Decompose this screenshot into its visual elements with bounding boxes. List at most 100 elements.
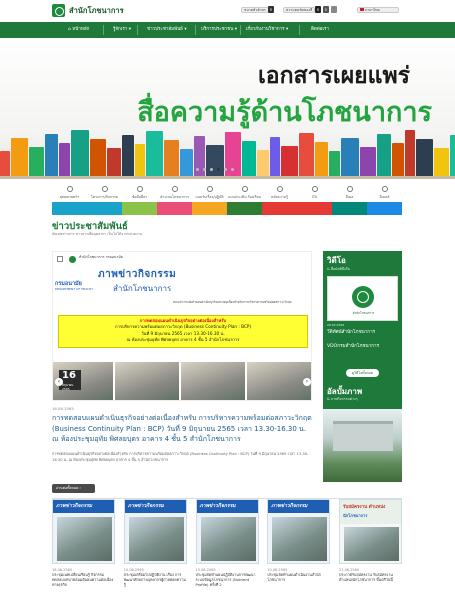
card-photo — [128, 517, 184, 561]
quick-link-label: ยุทธศาสตร์ฯ — [60, 195, 79, 199]
news-card-title[interactable]: ประชุมจัดทำแผนดำเนินงานสำนักโภชนาการ — [267, 573, 330, 583]
book-icon — [405, 130, 415, 179]
book-icon — [180, 149, 193, 179]
news-card-title[interactable]: ประชุมเพทเปลี่ยนเรียนรู้ กิจกรรมทดสอบบทบ… — [52, 573, 115, 588]
nav-divider — [137, 25, 138, 35]
nav-academic[interactable]: เกี่ยวกับงานวิชาการ ▾ — [246, 22, 288, 38]
nav-divider — [299, 25, 300, 35]
carousel-dot[interactable] — [203, 168, 206, 171]
video-panel-subtitle: & สื่อมัลติมีเดีย — [327, 267, 350, 271]
strip-segment — [122, 202, 157, 215]
video-thumbnail[interactable]: สำนักโภชนาการ — [327, 276, 398, 321]
mail-icon — [347, 186, 353, 192]
nav-about[interactable]: รู้จักเรา ▾ — [113, 22, 131, 38]
news-card-title[interactable]: ประชุมจัดทำแผนปฏิบัติงานการพัฒนาระบบข้อม… — [196, 573, 259, 588]
site-title[interactable]: สำนักโภชนาการ — [69, 5, 124, 17]
main-nav: ⌂ หน้าหลัก รู้จักเรา ▾ ข่าวประชาสัมพันธ์… — [0, 22, 455, 38]
contrast-dark-button[interactable]: ก — [323, 6, 329, 13]
book-icon — [45, 134, 58, 179]
carousel-dot[interactable] — [224, 168, 227, 171]
event-photo — [115, 362, 179, 400]
news-card-date: 10.06.2565 — [123, 568, 144, 572]
featured-header: สำนักโภชนาการ กรมอนามัย — [53, 252, 311, 274]
quick-links-color-strip — [52, 202, 402, 215]
nav-news[interactable]: ข่าวประชาสัมพันธ์ ▾ — [147, 22, 187, 38]
view-all-videos-button[interactable]: ดูวิดีโอทั้งหมด — [346, 369, 379, 377]
folder-icon — [102, 186, 108, 192]
shield-icon — [312, 186, 318, 192]
card-header-subtitle: นักโภชนาการ — [343, 513, 368, 518]
read-more-label: อ่านต่อทั้งหมด — [56, 486, 79, 490]
carousel-dot[interactable] — [196, 168, 199, 171]
strip-segment — [367, 202, 402, 215]
card-header-title: รับสมัครงาน ตำแหน่ง — [343, 505, 386, 510]
banner-title: เอกสารเผยแพร่ — [257, 63, 410, 89]
contrast-normal-button[interactable]: ก — [315, 6, 321, 13]
strip-segment — [262, 202, 332, 215]
carousel-dot-active[interactable] — [217, 168, 220, 171]
menu-icon[interactable] — [57, 256, 63, 262]
contrast-high-button[interactable] — [331, 6, 337, 13]
thai-flag-icon — [360, 8, 364, 11]
chevron-left-icon[interactable]: ‹ — [55, 378, 63, 386]
quick-link-label: อีเมลล์ — [379, 195, 390, 199]
video-caption-link[interactable]: วีดิทัศน์สำนักโภชนาการ — [327, 329, 375, 336]
globe-icon — [382, 186, 388, 192]
carousel-dot[interactable] — [231, 168, 234, 171]
bookshelf — [0, 176, 455, 179]
hero-banner[interactable]: เอกสารเผยแพร่ สื่อความรู้ด้านโภชนาการ — [0, 38, 455, 179]
news-card-title[interactable]: ประชุมเตรียมไปปฏิบัติงาน เรื่อง การพัฒนา… — [124, 573, 187, 588]
date-month: มิถุนายน 2565 — [62, 383, 74, 391]
building-image — [333, 421, 393, 451]
language-select[interactable]: ภาษาไทย — [357, 7, 399, 13]
book-icon — [59, 143, 70, 179]
news-subheading: อัพเดทข่าวสาร ข่าวสารเพื่อบุคลากร เป็นไป… — [52, 232, 143, 236]
quick-link-label: คลังความรู้ — [271, 195, 288, 199]
nav-news-label: ข่าวประชาสัมพันธ์ — [147, 27, 183, 32]
news-card-date: 10.06.2565 — [267, 568, 288, 572]
featured-announcement-box: การทดสอบแผนดำเนินธุรกิจอย่างต่อเนื่องสำห… — [58, 315, 308, 348]
quick-link-label: อีเมล — [345, 195, 354, 199]
book-icon — [416, 139, 433, 179]
article-title-link[interactable]: การทดสอบแผนดำเนินธุรกิจอย่างต่อเนื่องสำห… — [52, 413, 314, 445]
featured-banner-title: ภาพข่าวกิจกรรม — [98, 269, 177, 280]
nav-contact[interactable]: ติดต่อเรา — [311, 22, 329, 38]
featured-note: คณะทำงานจัดทำแผนดำเนินธุรกิจอย่างต่อเนื่… — [173, 300, 292, 304]
contrast-label: ความคมชัดของสี — [283, 7, 316, 13]
carousel-dot[interactable] — [210, 168, 213, 171]
featured-news-slide[interactable]: สำนักโภชนาการ กรมอนามัย ภาพข่าวกิจกรรม ส… — [52, 251, 312, 401]
gallery-panel: อัลบั้มภาพ & ภาพกิจกรรมต่างๆ — [323, 381, 402, 482]
news-card-image: ภาพข่าวกิจกรรม — [123, 499, 187, 564]
book-icon — [360, 147, 376, 179]
featured-dept: สำนักโภชนาการ กรมอนามัย — [79, 255, 123, 259]
font-size-small-button[interactable]: ก — [268, 6, 274, 13]
book-icon — [135, 144, 145, 179]
card-banner-title: ภาพข่าวกิจกรรม — [271, 503, 308, 509]
nav-home-label: หน้าหลัก — [72, 27, 90, 32]
news-card-date: 16.06.2565 — [52, 568, 73, 572]
nav-divider — [195, 25, 196, 35]
book-icon — [434, 148, 449, 179]
nav-contact-label: ติดต่อเรา — [311, 27, 329, 32]
quick-link-label: ITA — [311, 195, 318, 199]
video-caption-link[interactable]: VDOกรมสำนักโภชนาการ — [327, 343, 379, 350]
book-icon — [164, 140, 179, 179]
quick-link-label: ข้อมือสื่อฯ — [131, 195, 148, 199]
featured-photos — [53, 362, 311, 400]
book-icon — [281, 146, 298, 179]
carousel-dots[interactable] — [196, 167, 238, 172]
strip-segment — [157, 202, 192, 215]
document-icon — [207, 186, 213, 192]
site-logo-icon[interactable] — [52, 4, 65, 17]
card-photo — [344, 527, 399, 561]
nav-services[interactable]: บริการประชาชน ▾ — [201, 22, 237, 38]
book-icon — [11, 138, 28, 179]
book-icon — [270, 137, 280, 179]
chevron-right-icon[interactable]: › — [303, 378, 311, 386]
read-more-button[interactable]: อ่านต่อทั้งหมด › — [52, 484, 95, 493]
announcement-line: ณ ห้องประชุมอุทัย พิศลยบุตร อาคาร 4 ชั้น… — [126, 337, 240, 343]
book-icon — [242, 141, 256, 179]
nav-home[interactable]: ⌂ หน้าหลัก — [68, 22, 89, 38]
news-card-title[interactable]: ประกาศรับสมัครงาน รับสมัครงานตำแหน่งนักโ… — [339, 573, 402, 583]
quick-link-label: คำนวณโภชนาการ — [160, 195, 189, 199]
